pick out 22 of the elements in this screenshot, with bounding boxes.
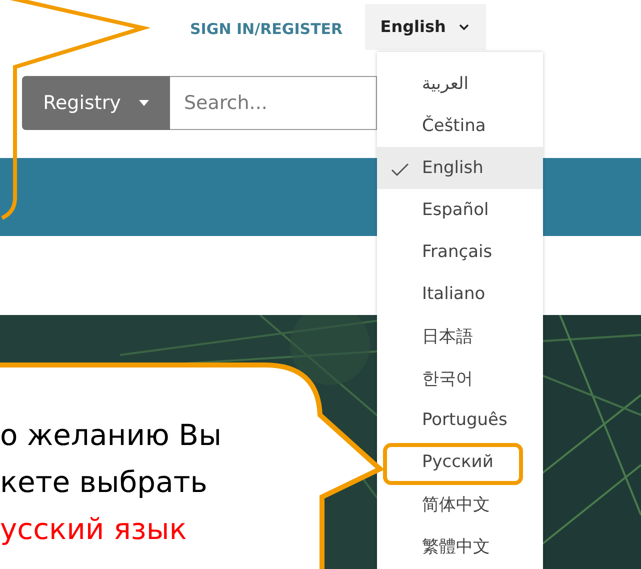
language-option[interactable]: Čeština — [377, 105, 543, 147]
language-option[interactable]: 한국어 — [377, 357, 543, 399]
language-option[interactable]: 繁體中文 — [377, 525, 543, 567]
callout-text: кете выбрать — [0, 464, 208, 501]
language-button[interactable]: English — [364, 4, 486, 50]
language-option[interactable]: Español — [377, 189, 543, 231]
language-option[interactable]: Русский — [377, 441, 543, 483]
language-option[interactable]: Italiano — [377, 273, 543, 315]
callout-text: усский язык — [0, 511, 188, 548]
language-option[interactable]: English — [377, 147, 543, 189]
registry-dropdown[interactable]: Registry — [22, 76, 170, 130]
search-field[interactable]: Search... — [170, 76, 377, 130]
language-option[interactable]: Português — [377, 399, 543, 441]
chevron-down-icon — [458, 22, 470, 30]
language-option[interactable]: Français — [377, 231, 543, 273]
sign-in-link[interactable]: SIGN IN/REGISTER — [190, 20, 343, 38]
callout-text: о желанию Вы — [0, 417, 222, 454]
caret-icon — [138, 100, 149, 106]
language-option[interactable]: العربية — [377, 63, 543, 105]
checkmark-icon — [391, 163, 409, 177]
language-option[interactable]: 简体中文 — [377, 483, 543, 525]
language-option[interactable]: 日本語 — [377, 315, 543, 357]
